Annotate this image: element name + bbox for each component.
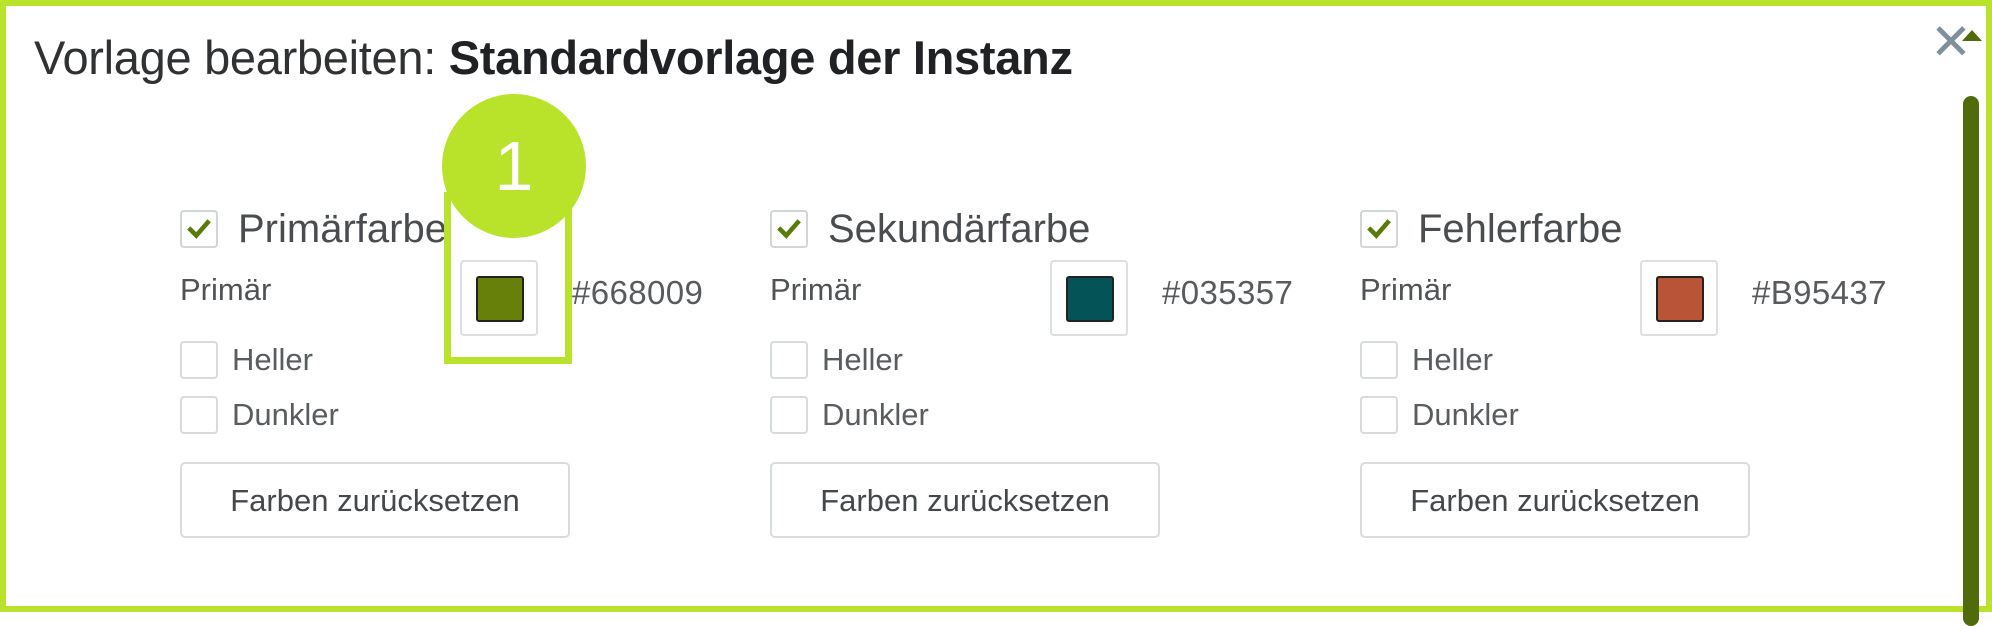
row-label: Primär xyxy=(1360,272,1452,307)
color-swatch xyxy=(1656,276,1704,322)
close-icon[interactable]: ✕ xyxy=(1929,17,1973,67)
darker-label: Dunkler xyxy=(232,397,339,432)
darker-checkbox[interactable] xyxy=(1360,396,1398,434)
darker-label: Dunkler xyxy=(1412,397,1519,432)
lighter-checkbox[interactable] xyxy=(1360,341,1398,379)
color-group-primary: Primärfarbe Primär #668009 Heller Dunkle… xyxy=(180,200,740,540)
color-swatch xyxy=(1066,276,1114,322)
check-icon xyxy=(1367,219,1391,239)
group-label: Fehlerfarbe xyxy=(1418,206,1623,251)
reset-colors-button[interactable]: Farben zurücksetzen xyxy=(1360,462,1750,538)
lighter-checkbox[interactable] xyxy=(770,341,808,379)
darker-checkbox[interactable] xyxy=(770,396,808,434)
darker-checkbox[interactable] xyxy=(180,396,218,434)
primary-color-checkbox[interactable] xyxy=(180,210,218,248)
secondary-color-checkbox[interactable] xyxy=(770,210,808,248)
dialog-title: Vorlage bearbeiten: Standardvorlage der … xyxy=(34,28,1073,88)
row-label: Primär xyxy=(770,272,862,307)
lighter-checkbox[interactable] xyxy=(180,341,218,379)
color-swatch-button[interactable] xyxy=(460,260,538,336)
color-swatch xyxy=(476,276,524,322)
color-group-error: Fehlerfarbe Primär #B95437 Heller Dunkle… xyxy=(1360,200,1920,540)
scrollbar-thumb[interactable] xyxy=(1963,96,1979,626)
check-icon xyxy=(187,219,211,239)
color-swatch-button[interactable] xyxy=(1050,260,1128,336)
group-label: Primärfarbe xyxy=(238,206,447,251)
lighter-label: Heller xyxy=(1412,342,1493,377)
reset-colors-button[interactable]: Farben zurücksetzen xyxy=(770,462,1160,538)
hex-value: #B95437 xyxy=(1752,274,1887,311)
hex-value: #035357 xyxy=(1162,274,1294,311)
dialog-frame: Vorlage bearbeiten: Standardvorlage der … xyxy=(0,0,1992,626)
darker-label: Dunkler xyxy=(822,397,929,432)
group-label: Sekundärfarbe xyxy=(828,206,1091,251)
scroll-up-arrow-icon[interactable] xyxy=(1962,30,1982,41)
color-swatch-button[interactable] xyxy=(1640,260,1718,336)
dialog-title-name: Standardvorlage der Instanz xyxy=(448,31,1073,84)
reset-colors-button[interactable]: Farben zurücksetzen xyxy=(180,462,570,538)
error-color-checkbox[interactable] xyxy=(1360,210,1398,248)
dialog-title-prefix: Vorlage bearbeiten: xyxy=(34,31,449,84)
lighter-label: Heller xyxy=(822,342,903,377)
row-label: Primär xyxy=(180,272,272,307)
hex-value: #668009 xyxy=(572,274,704,311)
color-group-secondary: Sekundärfarbe Primär #035357 Heller Dunk… xyxy=(770,200,1330,540)
lighter-label: Heller xyxy=(232,342,313,377)
scrollbar[interactable] xyxy=(1958,96,1982,626)
check-icon xyxy=(777,219,801,239)
